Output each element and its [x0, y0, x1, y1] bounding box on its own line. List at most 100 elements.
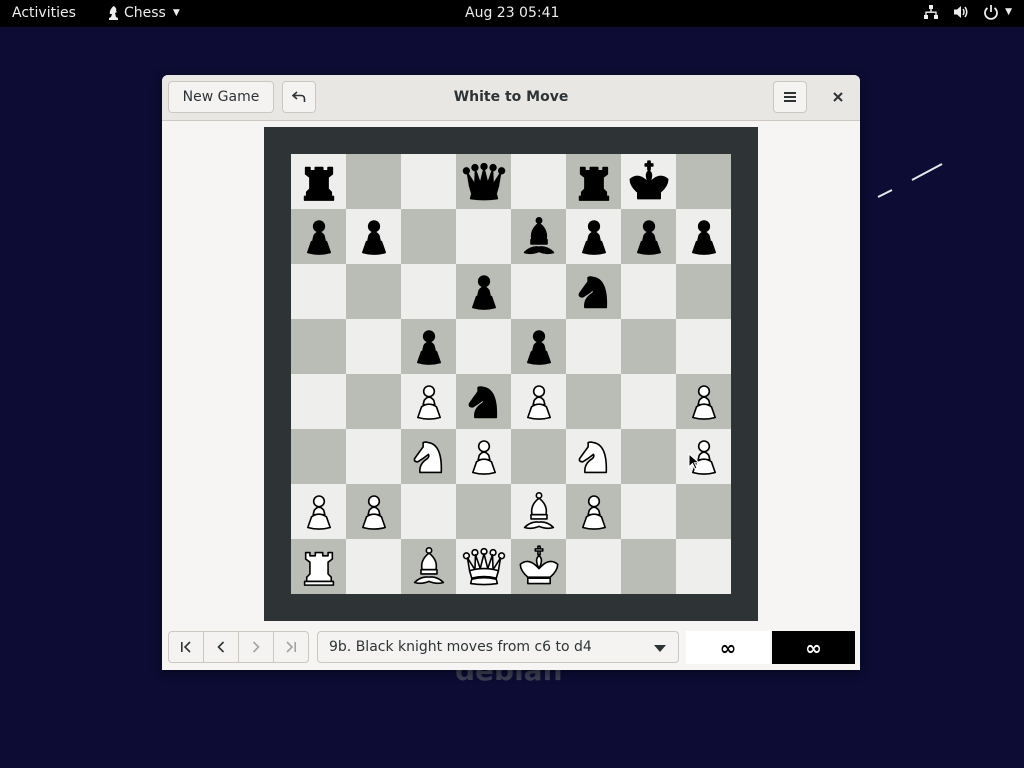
square-g2[interactable]	[621, 484, 676, 539]
history-previous-button[interactable]	[203, 631, 239, 663]
square-a2[interactable]	[291, 484, 346, 539]
square-c5[interactable]	[401, 319, 456, 374]
black-pawn-icon[interactable]	[405, 323, 453, 371]
black-bishop-icon[interactable]	[515, 213, 563, 261]
square-f6[interactable]	[566, 264, 621, 319]
black-pawn-icon[interactable]	[350, 213, 398, 261]
white-pawn-icon[interactable]	[680, 433, 728, 481]
square-h4[interactable]	[676, 374, 731, 429]
black-knight-icon[interactable]	[570, 268, 618, 316]
square-h5[interactable]	[676, 319, 731, 374]
square-a3[interactable]	[291, 429, 346, 484]
white-knight-icon[interactable]	[570, 433, 618, 481]
square-h8[interactable]	[676, 154, 731, 209]
app-menu[interactable]: Chess ▼	[108, 5, 180, 21]
square-d6[interactable]	[456, 264, 511, 319]
square-c4[interactable]	[401, 374, 456, 429]
square-c2[interactable]	[401, 484, 456, 539]
square-f4[interactable]	[566, 374, 621, 429]
close-button[interactable]	[823, 81, 853, 113]
square-a1[interactable]	[291, 539, 346, 594]
square-f2[interactable]	[566, 484, 621, 539]
white-king-icon[interactable]	[515, 543, 563, 591]
square-e8[interactable]	[511, 154, 566, 209]
square-b6[interactable]	[346, 264, 401, 319]
black-pawn-icon[interactable]	[570, 213, 618, 261]
square-d1[interactable]	[456, 539, 511, 594]
square-g7[interactable]	[621, 209, 676, 264]
square-g1[interactable]	[621, 539, 676, 594]
square-d8[interactable]	[456, 154, 511, 209]
square-f7[interactable]	[566, 209, 621, 264]
square-g5[interactable]	[621, 319, 676, 374]
black-pawn-icon[interactable]	[515, 323, 563, 371]
history-next-button[interactable]	[238, 631, 274, 663]
black-king-icon[interactable]	[625, 158, 673, 206]
square-d5[interactable]	[456, 319, 511, 374]
white-pawn-icon[interactable]	[350, 488, 398, 536]
white-rook-icon[interactable]	[295, 543, 343, 591]
white-pawn-icon[interactable]	[680, 378, 728, 426]
square-d7[interactable]	[456, 209, 511, 264]
square-d4[interactable]	[456, 374, 511, 429]
activities-button[interactable]: Activities	[12, 5, 76, 21]
square-e5[interactable]	[511, 319, 566, 374]
square-g4[interactable]	[621, 374, 676, 429]
square-b8[interactable]	[346, 154, 401, 209]
square-f1[interactable]	[566, 539, 621, 594]
white-pawn-icon[interactable]	[460, 433, 508, 481]
history-start-button[interactable]	[168, 631, 204, 663]
white-pawn-icon[interactable]	[515, 378, 563, 426]
white-bishop-icon[interactable]	[405, 543, 453, 591]
square-h1[interactable]	[676, 539, 731, 594]
square-e7[interactable]	[511, 209, 566, 264]
black-pawn-icon[interactable]	[460, 268, 508, 316]
square-a7[interactable]	[291, 209, 346, 264]
square-f3[interactable]	[566, 429, 621, 484]
square-c1[interactable]	[401, 539, 456, 594]
square-b1[interactable]	[346, 539, 401, 594]
square-c3[interactable]	[401, 429, 456, 484]
square-b7[interactable]	[346, 209, 401, 264]
white-knight-icon[interactable]	[405, 433, 453, 481]
square-g6[interactable]	[621, 264, 676, 319]
system-tray[interactable]: ▼	[923, 4, 1012, 20]
black-pawn-icon[interactable]	[295, 213, 343, 261]
square-b4[interactable]	[346, 374, 401, 429]
white-pawn-icon[interactable]	[405, 378, 453, 426]
square-h3[interactable]	[676, 429, 731, 484]
black-knight-icon[interactable]	[460, 378, 508, 426]
square-a6[interactable]	[291, 264, 346, 319]
white-pawn-icon[interactable]	[570, 488, 618, 536]
white-bishop-icon[interactable]	[515, 488, 563, 536]
black-rook-icon[interactable]	[570, 158, 618, 206]
move-history-dropdown[interactable]: 9b. Black knight moves from c6 to d4	[317, 631, 679, 663]
square-e2[interactable]	[511, 484, 566, 539]
square-c7[interactable]	[401, 209, 456, 264]
square-c6[interactable]	[401, 264, 456, 319]
square-h2[interactable]	[676, 484, 731, 539]
square-d3[interactable]	[456, 429, 511, 484]
square-b5[interactable]	[346, 319, 401, 374]
square-e3[interactable]	[511, 429, 566, 484]
square-g3[interactable]	[621, 429, 676, 484]
clock[interactable]: Aug 23 05:41	[465, 5, 559, 21]
black-pawn-icon[interactable]	[625, 213, 673, 261]
square-f5[interactable]	[566, 319, 621, 374]
square-h6[interactable]	[676, 264, 731, 319]
square-e1[interactable]	[511, 539, 566, 594]
chess-board[interactable]	[291, 154, 731, 594]
square-a5[interactable]	[291, 319, 346, 374]
square-h7[interactable]	[676, 209, 731, 264]
white-pawn-icon[interactable]	[295, 488, 343, 536]
main-menu-button[interactable]	[773, 81, 807, 113]
square-b2[interactable]	[346, 484, 401, 539]
black-queen-icon[interactable]	[460, 158, 508, 206]
square-c8[interactable]	[401, 154, 456, 209]
square-g8[interactable]	[621, 154, 676, 209]
square-b3[interactable]	[346, 429, 401, 484]
square-f8[interactable]	[566, 154, 621, 209]
black-rook-icon[interactable]	[295, 158, 343, 206]
history-end-button[interactable]	[273, 631, 309, 663]
black-pawn-icon[interactable]	[680, 213, 728, 261]
